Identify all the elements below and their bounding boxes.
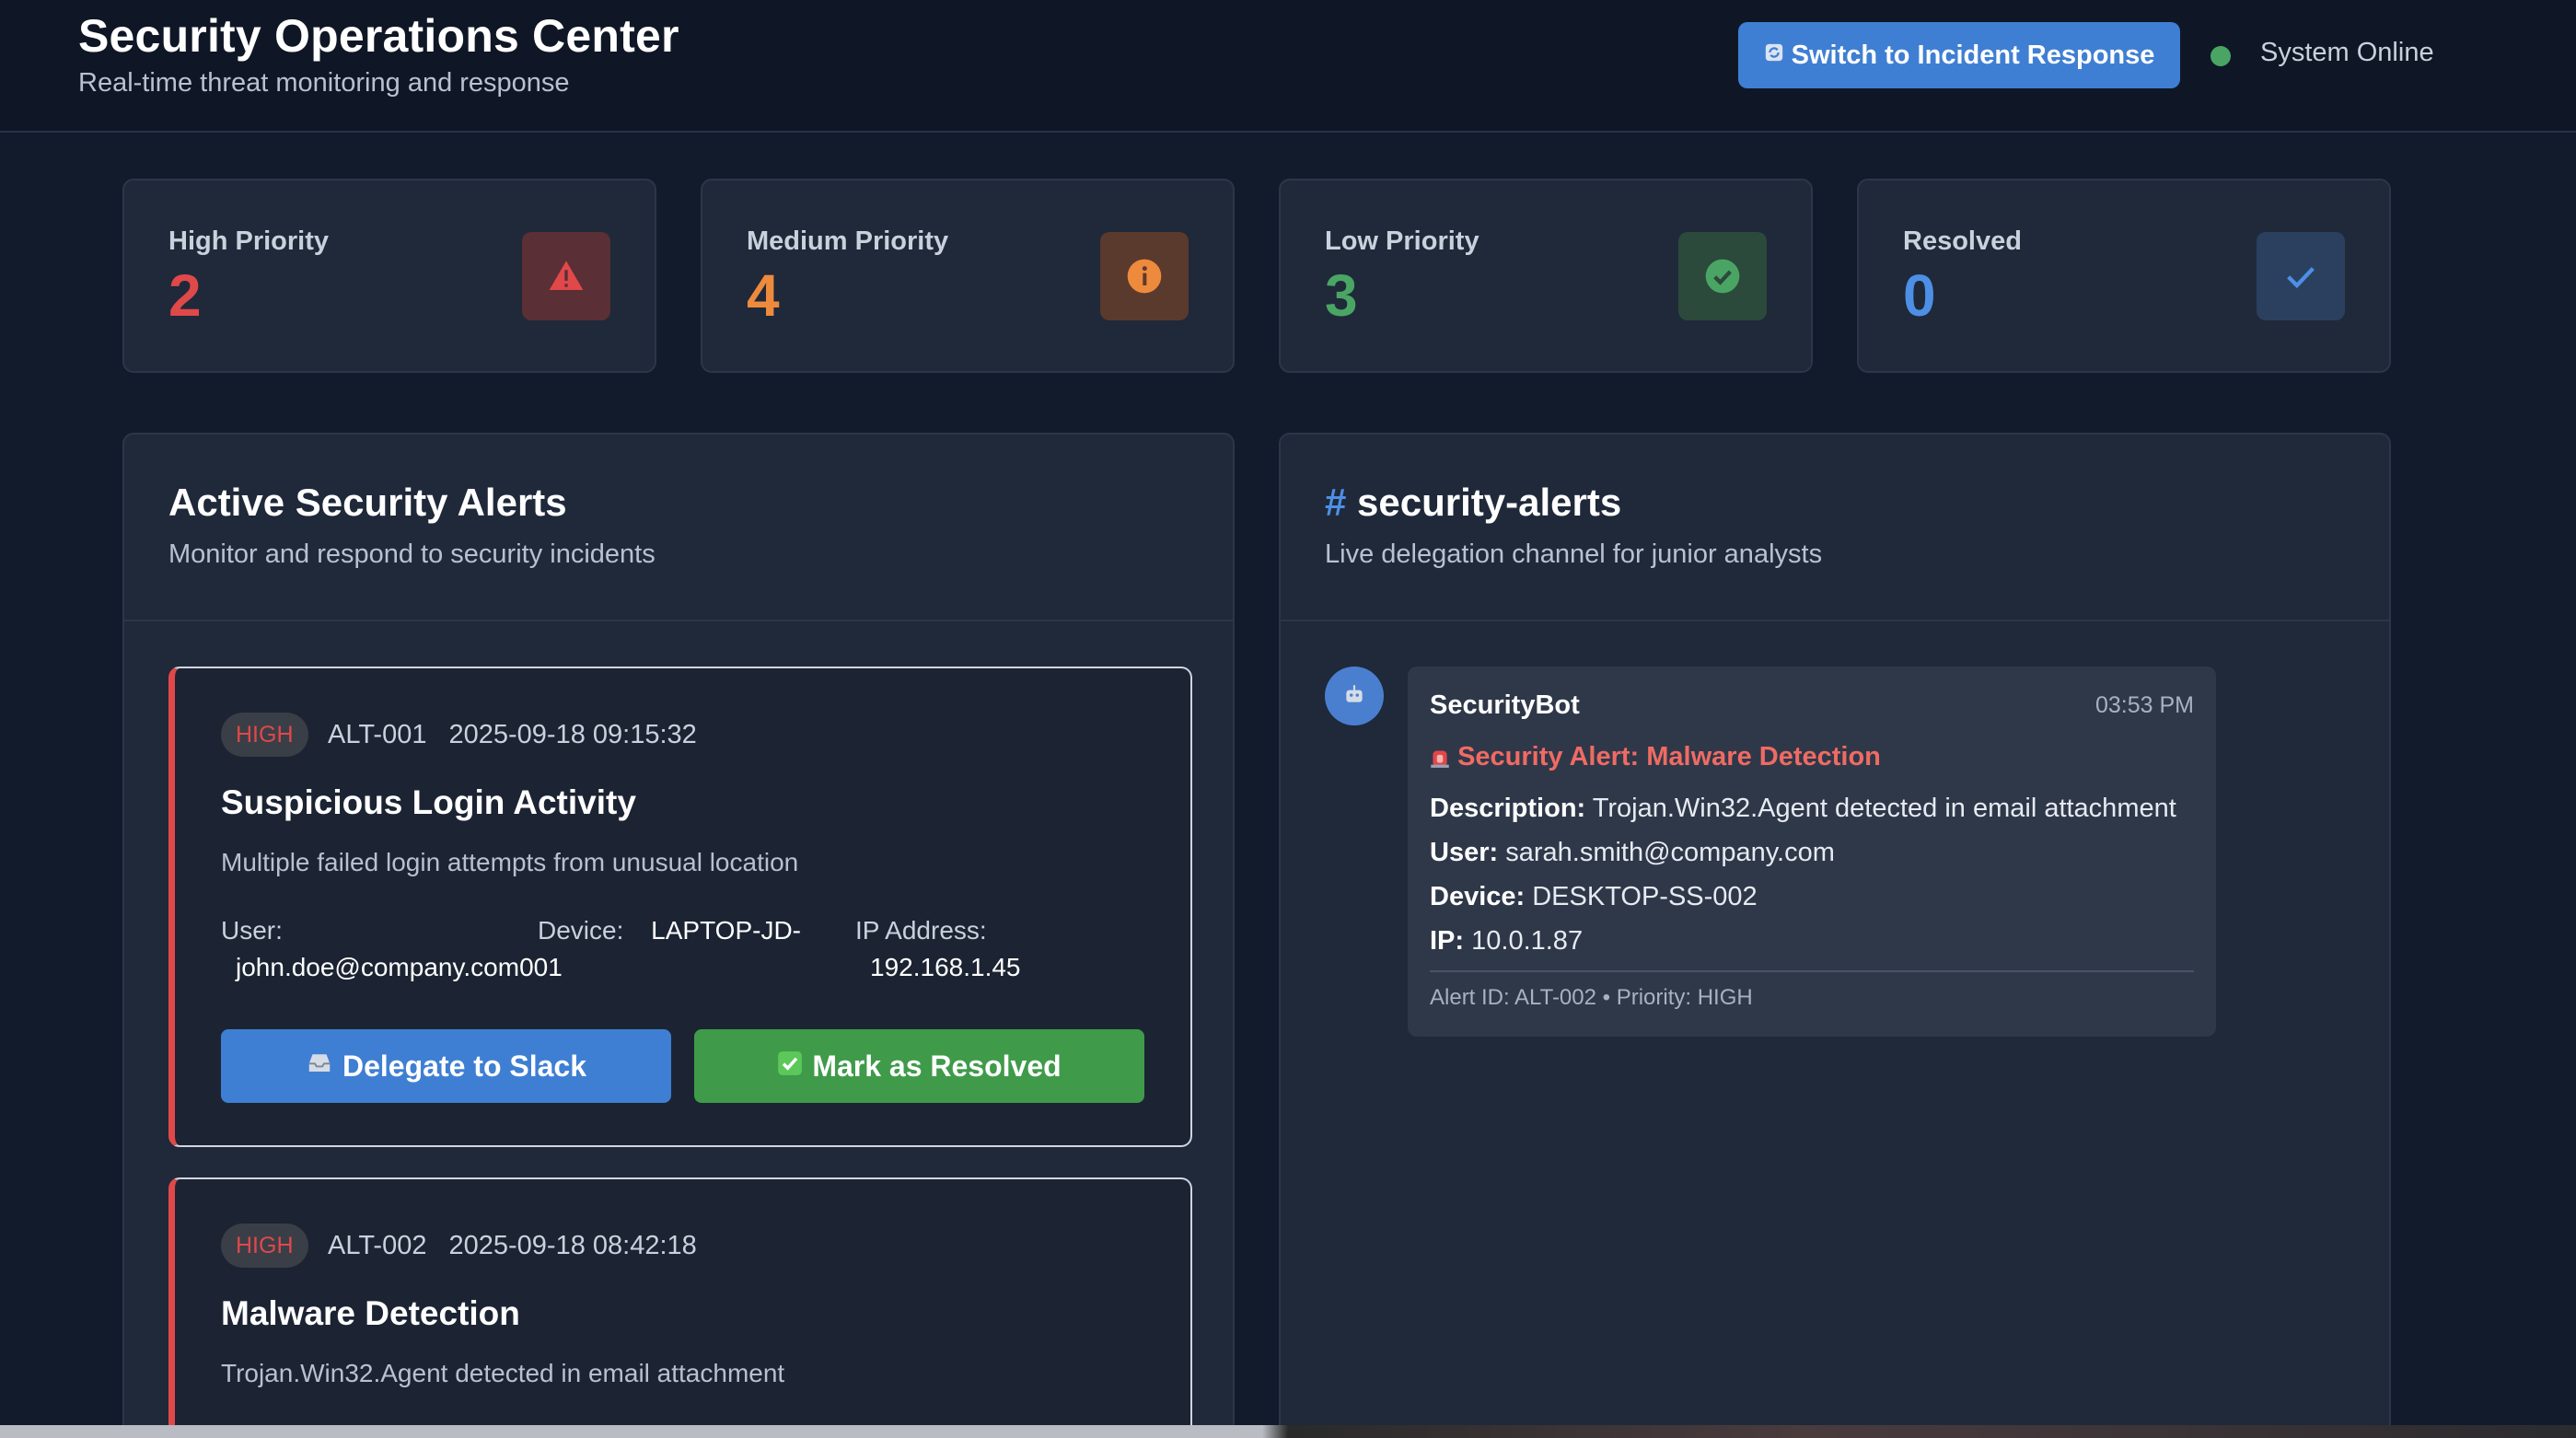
stat-card-low-priority: Low Priority 3 bbox=[1279, 179, 1813, 373]
checkmark-icon bbox=[2257, 232, 2345, 320]
priority-badge: HIGH bbox=[221, 713, 308, 757]
status-indicator-dot bbox=[2210, 46, 2231, 66]
alert-user-field: User: john.doe@company.com001 bbox=[221, 912, 563, 986]
alert-device-field: Device: LAPTOP-JD- bbox=[538, 912, 801, 949]
alert-title: Suspicious Login Activity bbox=[221, 783, 636, 821]
stat-value: 2 bbox=[168, 262, 202, 329]
alert-card: HIGH ALT-002 2025-09-18 08:42:18 Malware … bbox=[168, 1177, 1192, 1438]
system-status-text: System Online bbox=[2260, 38, 2434, 67]
alert-description: Trojan.Win32.Agent detected in email att… bbox=[221, 1359, 785, 1387]
mark-as-resolved-button[interactable]: Mark as Resolved bbox=[694, 1029, 1144, 1103]
app-title: Security Operations Center bbox=[78, 10, 679, 62]
alert-title-text: Security Alert: Malware Detection bbox=[1457, 742, 1881, 771]
app-subtitle: Real-time threat monitoring and response bbox=[78, 68, 570, 98]
switch-button-label: Switch to Incident Response bbox=[1791, 40, 2155, 70]
stat-value: 0 bbox=[1903, 262, 1936, 329]
siren-icon bbox=[1430, 742, 1457, 771]
inbox-icon bbox=[306, 1049, 333, 1084]
stat-label: Resolved bbox=[1903, 226, 2022, 256]
stat-card-high-priority: High Priority 2 bbox=[122, 179, 656, 373]
message-device: Device: DESKTOP-SS-002 bbox=[1430, 882, 1758, 912]
stat-card-resolved: Resolved 0 bbox=[1857, 179, 2391, 373]
top-bar: Security Operations Center Real-time thr… bbox=[0, 0, 2576, 133]
message-description: Description: Trojan.Win32.Agent detected… bbox=[1430, 794, 2176, 824]
message-author: SecurityBot bbox=[1430, 690, 1580, 720]
message-ip: IP: 10.0.1.87 bbox=[1430, 926, 1583, 957]
check-circle-icon bbox=[1678, 232, 1767, 320]
message-alert-title: Security Alert: Malware Detection bbox=[1430, 742, 1881, 772]
delegate-button-label: Delegate to Slack bbox=[342, 1049, 586, 1083]
panel-title: # security-alerts bbox=[1325, 481, 1621, 525]
security-alerts-channel-panel: # security-alerts Live delegation channe… bbox=[1279, 433, 2391, 1438]
stat-label: Medium Priority bbox=[747, 226, 949, 256]
robot-icon bbox=[1342, 682, 1366, 711]
stat-label: Low Priority bbox=[1325, 226, 1479, 256]
priority-badge: HIGH bbox=[221, 1223, 308, 1268]
bottom-edge-strip bbox=[0, 1425, 2576, 1438]
device-value: DESKTOP-SS-002 bbox=[1532, 882, 1758, 911]
description-label: Description: bbox=[1430, 794, 1586, 823]
stat-value: 3 bbox=[1325, 262, 1358, 329]
ip-value: 10.0.1.87 bbox=[1471, 926, 1584, 956]
alert-title: Malware Detection bbox=[221, 1294, 520, 1332]
alert-card: HIGH ALT-001 2025-09-18 09:15:32 Suspicio… bbox=[168, 667, 1192, 1147]
ip-label: IP: bbox=[1430, 926, 1465, 956]
chat-message: SecurityBot 03:53 PM Security Alert: Mal… bbox=[1408, 667, 2216, 1037]
device-label: Device: bbox=[1430, 882, 1526, 911]
alert-timestamp: 2025-09-18 08:42:18 bbox=[448, 1231, 697, 1260]
message-time: 03:53 PM bbox=[2094, 692, 2194, 718]
info-circle-icon bbox=[1100, 232, 1189, 320]
delegate-to-slack-button[interactable]: Delegate to Slack bbox=[221, 1029, 671, 1103]
user-label: User: bbox=[221, 916, 283, 945]
alert-id: ALT-002 bbox=[328, 1231, 427, 1260]
switch-to-incident-response-button[interactable]: Switch to Incident Response bbox=[1738, 22, 2180, 88]
bot-avatar bbox=[1325, 667, 1384, 725]
panel-header: # security-alerts Live delegation channe… bbox=[1281, 435, 2389, 621]
panel-subtitle: Live delegation channel for junior analy… bbox=[1325, 539, 1823, 569]
device-value: LAPTOP-JD- bbox=[651, 916, 802, 945]
user-label: User: bbox=[1430, 838, 1499, 867]
stat-card-medium-priority: Medium Priority 4 bbox=[701, 179, 1235, 373]
ip-value: 192.168.1.45 bbox=[870, 953, 1021, 981]
user-value: john.doe@company.com001 bbox=[236, 953, 563, 981]
resolve-button-label: Mark as Resolved bbox=[812, 1049, 1062, 1083]
panel-title: Active Security Alerts bbox=[168, 481, 567, 524]
alert-ip-field: IP Address: 192.168.1.45 bbox=[855, 912, 1021, 986]
warning-triangle-icon bbox=[522, 232, 610, 320]
active-alerts-panel: Active Security Alerts Monitor and respo… bbox=[122, 433, 1235, 1438]
panel-header: Active Security Alerts Monitor and respo… bbox=[124, 435, 1233, 621]
alert-meta: ALT-002 2025-09-18 08:42:18 bbox=[328, 1231, 697, 1261]
message-user: User: sarah.smith@company.com bbox=[1430, 838, 1835, 868]
description-value: Trojan.Win32.Agent detected in email att… bbox=[1592, 794, 2176, 823]
ip-label: IP Address: bbox=[855, 916, 987, 945]
check-box-icon bbox=[777, 1050, 803, 1084]
stat-label: High Priority bbox=[168, 226, 330, 256]
alert-meta: ALT-001 2025-09-18 09:15:32 bbox=[328, 720, 697, 750]
device-label: Device: bbox=[538, 916, 624, 945]
panel-subtitle: Monitor and respond to security incident… bbox=[168, 539, 656, 569]
stat-value: 4 bbox=[747, 262, 780, 329]
user-value: sarah.smith@company.com bbox=[1505, 838, 1835, 867]
alert-timestamp: 2025-09-18 09:15:32 bbox=[448, 720, 697, 749]
alert-id: ALT-001 bbox=[328, 720, 427, 749]
refresh-icon bbox=[1764, 42, 1784, 69]
message-footer: Alert ID: ALT-002 • Priority: HIGH bbox=[1430, 985, 1753, 1010]
channel-name: security-alerts bbox=[1357, 481, 1622, 524]
alert-description: Multiple failed login attempts from unus… bbox=[221, 848, 799, 876]
message-divider bbox=[1430, 970, 2194, 972]
channel-hash-icon: # bbox=[1325, 481, 1347, 524]
